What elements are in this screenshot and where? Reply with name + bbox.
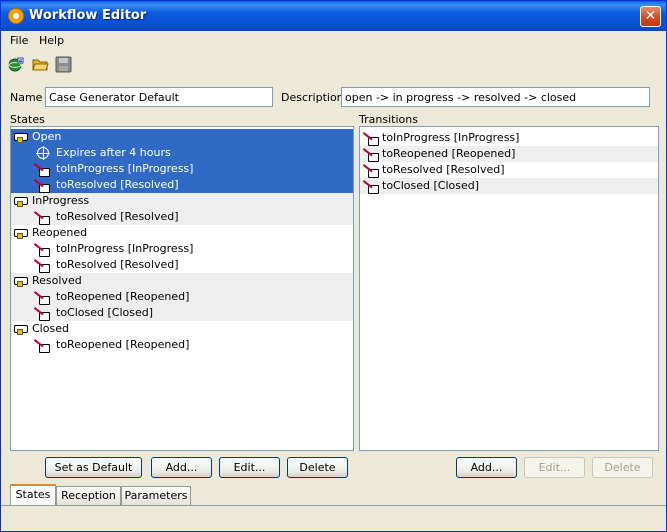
transition-list-item[interactable]: toClosed [Closed] bbox=[360, 178, 658, 194]
tree-label: toResolved [Resolved] bbox=[56, 210, 179, 223]
name-label: Name bbox=[10, 91, 43, 104]
tree-label: InProgress bbox=[32, 194, 90, 207]
menu-file[interactable]: File bbox=[10, 34, 28, 47]
tab-strip: States Reception Parameters bbox=[1, 484, 666, 506]
transition-arrow-icon bbox=[35, 163, 50, 177]
add-state-button[interactable]: Add... bbox=[151, 457, 212, 478]
tab-parameters[interactable]: Parameters bbox=[121, 486, 191, 506]
state-icon bbox=[14, 197, 28, 207]
tree-label: toReopened [Reopened] bbox=[56, 290, 190, 303]
app-icon bbox=[8, 8, 24, 24]
tree-label: Reopened bbox=[32, 226, 88, 239]
delete-transition-button[interactable]: Delete bbox=[592, 457, 653, 478]
transition-list-item[interactable]: toResolved [Resolved] bbox=[360, 162, 658, 178]
state-icon bbox=[14, 277, 28, 287]
transition-arrow-icon bbox=[35, 307, 50, 321]
state-icon bbox=[14, 133, 28, 143]
transition-label: toClosed [Closed] bbox=[382, 179, 480, 192]
transition-arrow-icon bbox=[35, 291, 50, 305]
tree-label: toInProgress [InProgress] bbox=[56, 242, 194, 255]
transition-label: toInProgress [InProgress] bbox=[382, 131, 520, 144]
state-node[interactable]: Resolved bbox=[11, 273, 353, 289]
open-folder-icon[interactable] bbox=[32, 56, 49, 73]
add-transition-button[interactable]: Add... bbox=[456, 457, 517, 478]
tree-label: toResolved [Resolved] bbox=[56, 178, 179, 191]
states-section-label: States bbox=[10, 113, 45, 126]
transition-arrow-icon bbox=[35, 211, 50, 225]
tree-label: toClosed [Closed] bbox=[56, 306, 154, 319]
transition-node[interactable]: toClosed [Closed] bbox=[11, 305, 353, 321]
tree-label: Closed bbox=[32, 322, 69, 335]
save-disk-icon[interactable] bbox=[55, 56, 72, 73]
set-as-default-button[interactable]: Set as Default bbox=[45, 457, 142, 478]
tab-reception[interactable]: Reception bbox=[56, 486, 121, 506]
edit-transition-button[interactable]: Edit... bbox=[524, 457, 585, 478]
transition-list-item[interactable]: toInProgress [InProgress] bbox=[360, 130, 658, 146]
states-tree[interactable]: Open Expires after 4 hours toInProgress [I… bbox=[10, 126, 354, 451]
transitions-list[interactable]: toInProgress [InProgress] toReopened [Reo… bbox=[359, 126, 659, 451]
transition-arrow-icon bbox=[35, 243, 50, 257]
state-node[interactable]: Reopened bbox=[11, 225, 353, 241]
tree-label: toInProgress [InProgress] bbox=[56, 162, 194, 175]
tree-label: Expires after 4 hours bbox=[56, 146, 171, 159]
workflow-editor-window: Workflow Editor ✕ File Help Name Case Ge… bbox=[0, 0, 667, 532]
transition-node[interactable]: toInProgress [InProgress] bbox=[11, 161, 353, 177]
state-node[interactable]: Open bbox=[11, 129, 353, 145]
delete-state-button[interactable]: Delete bbox=[287, 457, 348, 478]
transition-arrow-icon bbox=[364, 148, 379, 162]
description-field[interactable] bbox=[341, 87, 650, 107]
transition-arrow-icon bbox=[364, 180, 379, 194]
menu-help[interactable]: Help bbox=[39, 34, 64, 47]
transition-arrow-icon bbox=[35, 179, 50, 193]
close-button[interactable]: ✕ bbox=[640, 6, 661, 27]
transition-node[interactable]: toResolved [Resolved] bbox=[11, 177, 353, 193]
edit-state-button[interactable]: Edit... bbox=[219, 457, 280, 478]
transition-arrow-icon bbox=[35, 339, 50, 353]
title-bar[interactable]: Workflow Editor ✕ bbox=[1, 1, 666, 31]
transition-list-item[interactable]: toReopened [Reopened] bbox=[360, 146, 658, 162]
state-node[interactable]: Closed bbox=[11, 321, 353, 337]
tab-states[interactable]: States bbox=[10, 484, 56, 506]
new-workflow-icon[interactable] bbox=[8, 56, 25, 73]
status-area bbox=[1, 506, 666, 531]
description-label: Description bbox=[281, 91, 344, 104]
transition-label: toReopened [Reopened] bbox=[382, 147, 516, 160]
transitions-section-label: Transitions bbox=[359, 113, 418, 126]
state-icon bbox=[14, 229, 28, 239]
transition-label: toResolved [Resolved] bbox=[382, 163, 505, 176]
transition-node[interactable]: toResolved [Resolved] bbox=[11, 257, 353, 273]
tree-label: toResolved [Resolved] bbox=[56, 258, 179, 271]
window-title: Workflow Editor bbox=[29, 8, 147, 23]
crosshair-timer-icon bbox=[36, 146, 50, 160]
transition-arrow-icon bbox=[35, 259, 50, 273]
menu-bar: File Help bbox=[1, 31, 666, 49]
name-field[interactable] bbox=[45, 87, 273, 107]
transition-node[interactable]: toReopened [Reopened] bbox=[11, 337, 353, 353]
state-node[interactable]: InProgress bbox=[11, 193, 353, 209]
transition-node[interactable]: toInProgress [InProgress] bbox=[11, 241, 353, 257]
expiry-node[interactable]: Expires after 4 hours bbox=[11, 145, 353, 161]
tree-label: Resolved bbox=[32, 274, 82, 287]
state-icon bbox=[14, 325, 28, 335]
transition-arrow-icon bbox=[364, 132, 379, 146]
transition-node[interactable]: toResolved [Resolved] bbox=[11, 209, 353, 225]
toolbar bbox=[1, 51, 666, 77]
tree-label: toReopened [Reopened] bbox=[56, 338, 190, 351]
transition-arrow-icon bbox=[364, 164, 379, 178]
transition-node[interactable]: toReopened [Reopened] bbox=[11, 289, 353, 305]
tree-label: Open bbox=[32, 130, 62, 143]
